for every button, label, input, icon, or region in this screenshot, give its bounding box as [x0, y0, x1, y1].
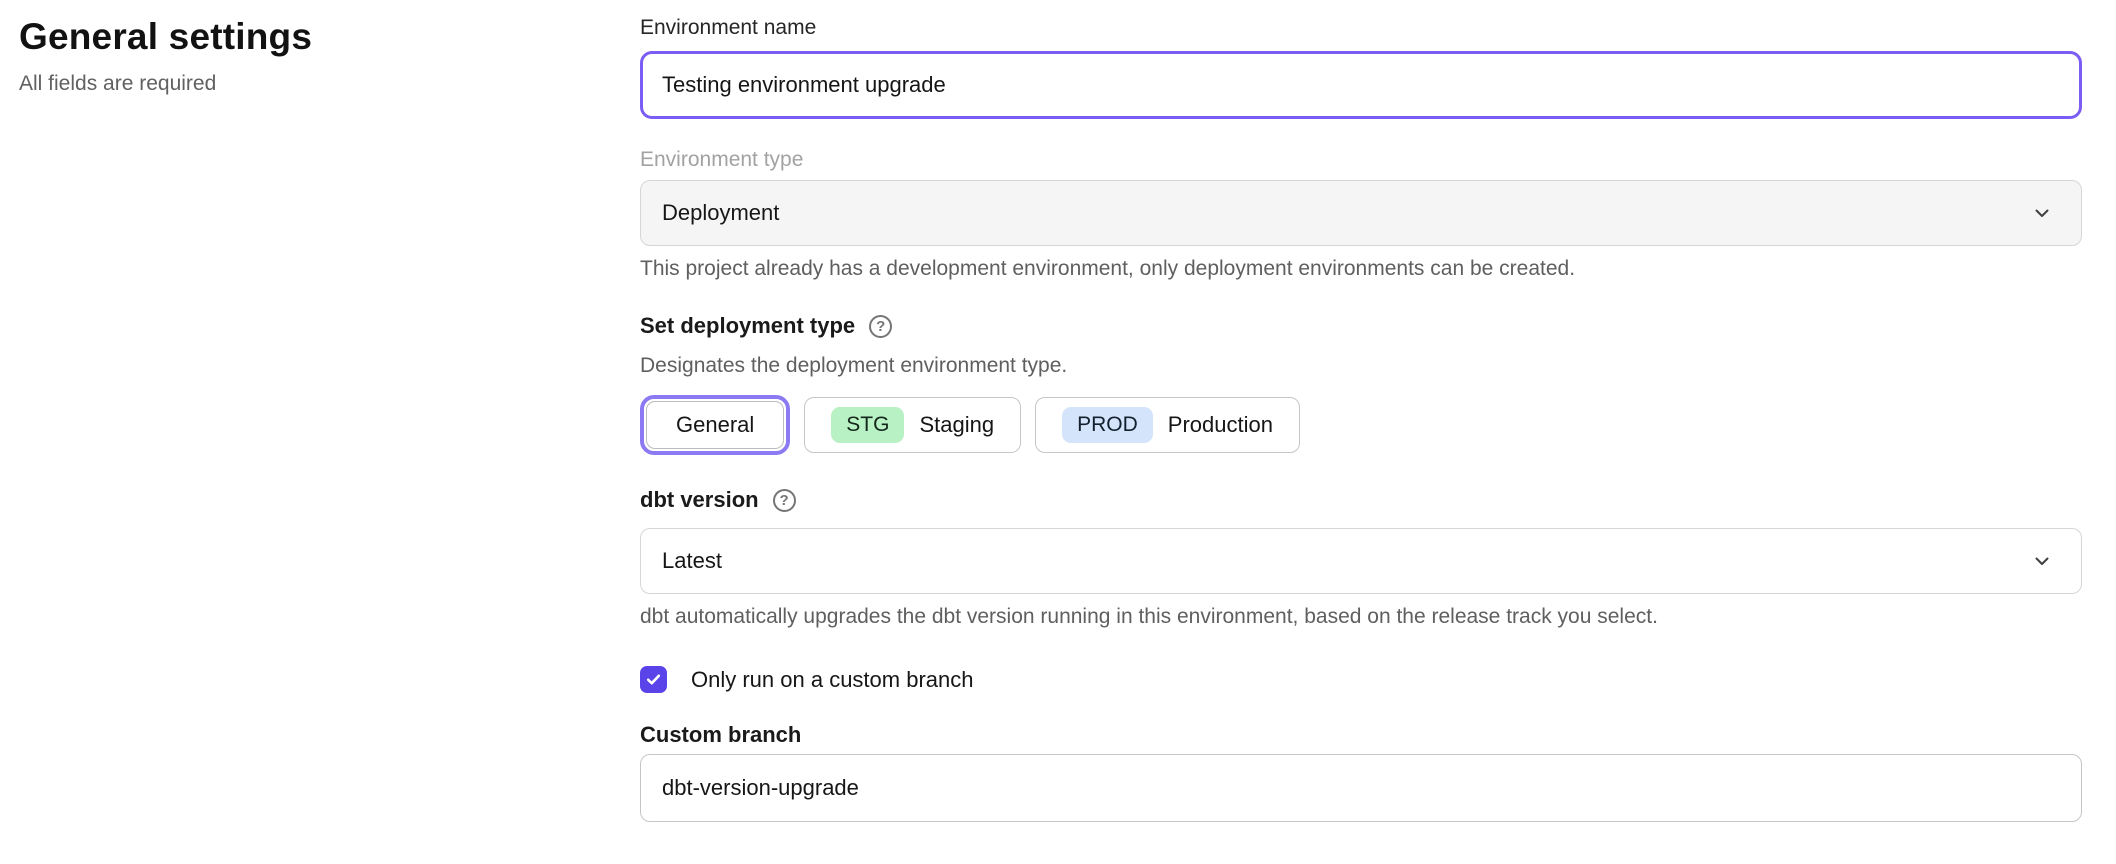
deployment-type-option-production-label: Production — [1168, 412, 1273, 438]
deployment-type-options: General STG Staging PROD Production — [640, 394, 2082, 456]
deployment-type-title-row: Set deployment type ? — [640, 312, 2082, 340]
custom-branch-checkbox-row: Only run on a custom branch — [640, 666, 2082, 693]
staging-badge: STG — [831, 407, 904, 443]
help-icon[interactable]: ? — [869, 315, 892, 338]
deployment-type-option-production[interactable]: PROD Production — [1035, 397, 1300, 453]
chevron-down-icon — [2031, 550, 2053, 572]
custom-branch-label: Custom branch — [640, 721, 2082, 748]
general-settings-page: General settings All fields are required… — [0, 0, 2116, 864]
deployment-type-option-general[interactable]: General — [646, 401, 784, 449]
dbt-version-value: Latest — [662, 548, 722, 574]
deployment-type-label: Set deployment type — [640, 312, 855, 340]
environment-settings-form: Environment name Environment type Deploy… — [640, 0, 2082, 822]
deployment-type-option-staging[interactable]: STG Staging — [804, 397, 1021, 453]
dbt-version-select[interactable]: Latest — [640, 528, 2082, 594]
section-header: General settings All fields are required — [19, 16, 579, 96]
deployment-type-helper: Designates the deployment environment ty… — [640, 353, 2082, 379]
chevron-down-icon — [2031, 202, 2053, 224]
production-badge: PROD — [1062, 407, 1153, 443]
check-icon — [645, 671, 662, 688]
page-subtitle: All fields are required — [19, 72, 579, 96]
environment-name-input[interactable] — [640, 51, 2082, 119]
deployment-type-option-staging-label: Staging — [919, 412, 994, 438]
custom-branch-input[interactable] — [640, 754, 2082, 822]
dbt-version-label: dbt version — [640, 486, 759, 514]
page-title: General settings — [19, 16, 579, 58]
help-icon[interactable]: ? — [773, 489, 796, 512]
deployment-type-option-general-selected-ring: General — [640, 395, 790, 455]
custom-branch-checkbox[interactable] — [640, 666, 667, 693]
environment-type-helper: This project already has a development e… — [640, 256, 2082, 282]
dbt-version-helper: dbt automatically upgrades the dbt versi… — [640, 604, 2082, 630]
environment-type-label: Environment type — [640, 146, 2082, 173]
environment-type-value: Deployment — [662, 200, 779, 226]
environment-name-label: Environment name — [640, 14, 2082, 41]
custom-branch-checkbox-label: Only run on a custom branch — [691, 667, 973, 693]
dbt-version-title-row: dbt version ? — [640, 486, 2082, 514]
environment-type-select[interactable]: Deployment — [640, 180, 2082, 246]
deployment-type-option-general-label: General — [676, 412, 754, 438]
